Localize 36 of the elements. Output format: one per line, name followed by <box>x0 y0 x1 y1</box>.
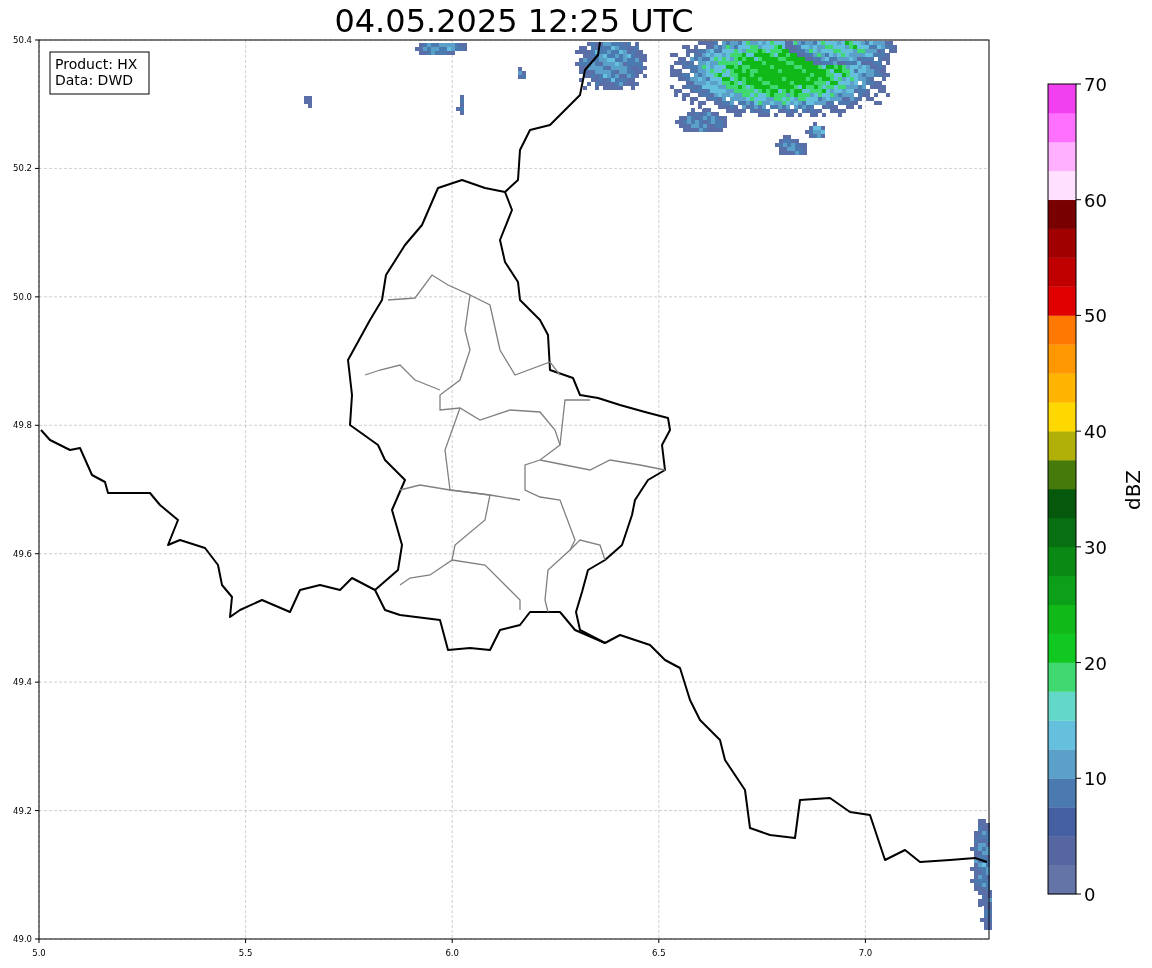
tick-mark <box>34 681 40 683</box>
chart-title: 04.05.2025 12:25 UTC <box>334 2 694 40</box>
y-tick-label: 50.4 <box>13 35 32 45</box>
colorbar-label: dBZ <box>1121 469 1145 511</box>
tick-mark <box>34 810 40 812</box>
x-tick-label: 6.5 <box>652 948 666 958</box>
tick-mark <box>864 938 866 944</box>
x-tick-label: 6.0 <box>445 948 459 958</box>
colorbar-tick-label: 60 <box>1084 189 1107 211</box>
tick-mark <box>34 424 40 426</box>
colorbar-tick-label: 20 <box>1084 652 1107 674</box>
x-tick-label: 7.0 <box>858 948 873 958</box>
info-text: Product: HX <box>55 56 138 72</box>
y-tick-label: 49.6 <box>13 548 32 559</box>
colorbar-tick-label: 70 <box>1084 74 1107 95</box>
y-tick-label: 49.2 <box>13 805 32 816</box>
x-tick-label: 5.5 <box>238 948 253 958</box>
x-tick-label: 5.0 <box>32 948 46 958</box>
tick-mark <box>34 167 40 169</box>
tick-mark <box>451 938 453 944</box>
tick-mark <box>245 938 247 944</box>
colorbar-tick-label: 10 <box>1084 768 1107 790</box>
y-tick-label: 50.2 <box>13 163 32 174</box>
colorbar-tick-label: 50 <box>1084 305 1107 327</box>
y-tick-label: 49.0 <box>13 934 32 944</box>
tick-mark <box>34 553 40 555</box>
y-tick-label: 49.4 <box>13 677 32 688</box>
colorbar-tick-label: 40 <box>1084 421 1107 443</box>
colorbar-tick-label: 30 <box>1084 536 1107 558</box>
y-tick-label: 50.0 <box>13 291 32 302</box>
colorbar-tick-label: 0 <box>1084 884 1096 905</box>
tick-mark <box>658 938 660 944</box>
y-tick-label: 49.8 <box>13 420 32 431</box>
tick-mark <box>34 39 40 41</box>
tick-mark <box>34 296 40 298</box>
info-text: Data: DWD <box>55 72 133 88</box>
